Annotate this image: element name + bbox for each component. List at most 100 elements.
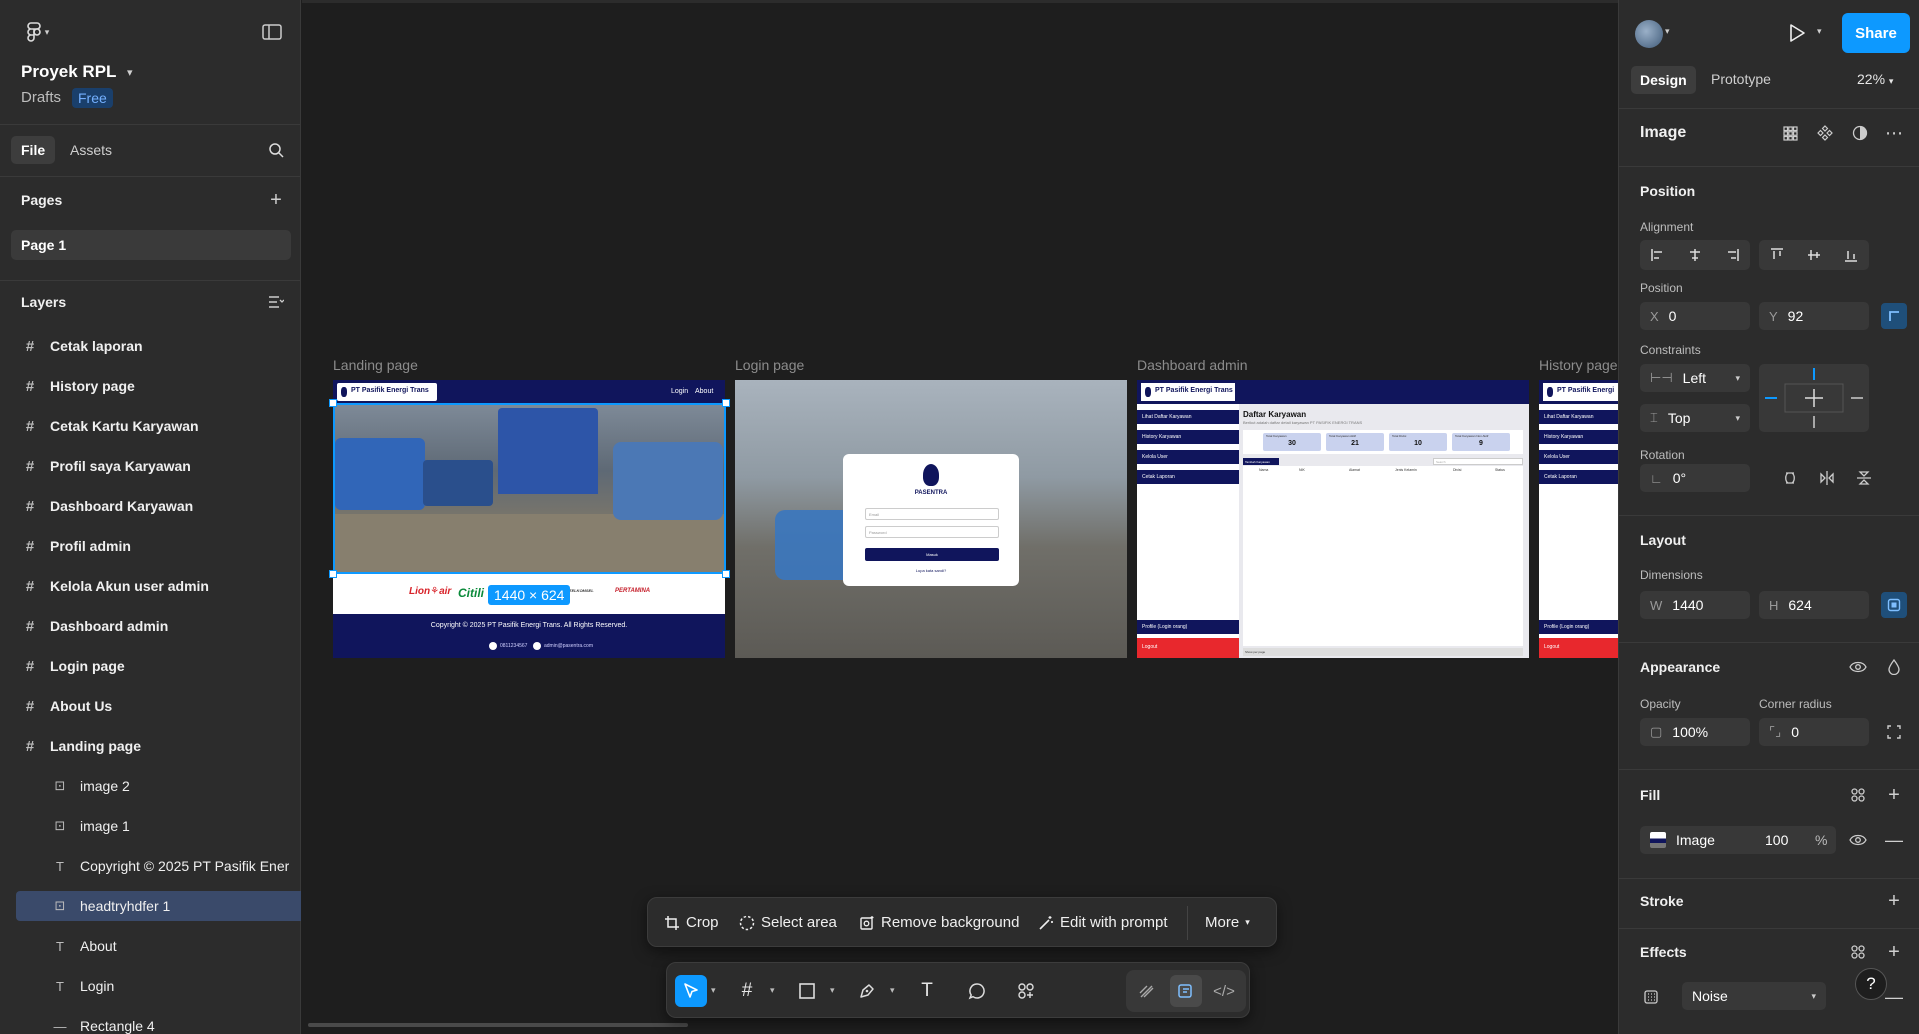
- tab-file[interactable]: File: [11, 136, 56, 164]
- search-icon[interactable]: [264, 138, 288, 162]
- help-button[interactable]: ?: [1855, 968, 1887, 1000]
- layer-row[interactable]: T Copyright © 2025 PT Pasifik Ener: [0, 851, 301, 881]
- layer-row-selected[interactable]: ⊡ headtryhdfer 1: [16, 891, 301, 921]
- selection-box[interactable]: [333, 403, 726, 574]
- frame-history-page[interactable]: PT Pasifik Energi Lihat Daftar Karyawan …: [1539, 380, 1618, 658]
- frame-dashboard-admin[interactable]: PT Pasifik Energi Trans Lihat Daftar Kar…: [1137, 380, 1529, 658]
- add-stroke-icon[interactable]: +: [1881, 888, 1907, 914]
- chevron-down-icon[interactable]: ▾: [890, 985, 895, 996]
- blend-drop-icon[interactable]: [1881, 654, 1907, 680]
- remove-background-button[interactable]: Remove background: [859, 914, 1019, 931]
- project-title[interactable]: Proyek RPL: [21, 62, 116, 82]
- layer-row[interactable]: # About Us: [0, 691, 301, 721]
- layer-row[interactable]: # Profil saya Karyawan: [0, 451, 301, 481]
- resize-handle[interactable]: [722, 570, 730, 578]
- layer-row[interactable]: T Login: [0, 971, 301, 1001]
- comment-tool-icon[interactable]: [961, 975, 993, 1007]
- layer-row[interactable]: # Landing page: [0, 731, 301, 761]
- vertical-constraint-select[interactable]: ⌶ Top ▾: [1640, 404, 1750, 432]
- add-effect-icon[interactable]: +: [1881, 939, 1907, 965]
- contrast-icon[interactable]: [1847, 120, 1873, 146]
- project-location[interactable]: Drafts: [21, 89, 61, 106]
- layer-row[interactable]: # Kelola Akun user admin: [0, 571, 301, 601]
- styles-icon[interactable]: [1845, 782, 1871, 808]
- figma-menu-icon[interactable]: ▾: [20, 20, 56, 44]
- layer-row[interactable]: T About: [0, 931, 301, 961]
- layer-row[interactable]: # Dashboard admin: [0, 611, 301, 641]
- constraint-widget[interactable]: [1759, 364, 1869, 432]
- zoom-level[interactable]: 22% ▾: [1857, 71, 1893, 87]
- horizontal-constraint-select[interactable]: ⊢⊣ Left ▾: [1640, 364, 1750, 392]
- frame-tool-icon[interactable]: #: [731, 975, 763, 1007]
- more-button[interactable]: More ▾: [1205, 914, 1250, 931]
- page-item[interactable]: Page 1: [11, 230, 291, 260]
- horizontal-scrollbar[interactable]: [308, 1023, 688, 1027]
- tab-assets[interactable]: Assets: [70, 142, 112, 158]
- more-options-icon[interactable]: ⋯: [1881, 120, 1907, 146]
- draw-mode-icon[interactable]: [1131, 975, 1163, 1007]
- height-field[interactable]: H 624: [1759, 591, 1869, 619]
- toggle-sidebar-icon[interactable]: [258, 20, 286, 44]
- share-button[interactable]: Share: [1842, 13, 1910, 53]
- actions-tool-icon[interactable]: [1010, 975, 1042, 1007]
- flip-vertical-icon[interactable]: [1851, 465, 1877, 491]
- frame-label-dashboard[interactable]: Dashboard admin: [1137, 357, 1248, 373]
- constrain-proportions-icon[interactable]: [1881, 592, 1907, 618]
- move-tool-icon[interactable]: [675, 975, 707, 1007]
- text-tool-icon[interactable]: T: [911, 975, 943, 1007]
- x-position-field[interactable]: X0: [1640, 302, 1750, 330]
- resize-handle[interactable]: [329, 399, 337, 407]
- layer-row[interactable]: # Profil admin: [0, 531, 301, 561]
- align-middle-icon[interactable]: [1796, 240, 1832, 270]
- collapse-layers-icon[interactable]: [264, 290, 288, 314]
- corner-radius-field[interactable]: ⌜⌟ 0: [1759, 718, 1869, 746]
- chevron-down-icon[interactable]: ▾: [127, 66, 133, 79]
- effect-type-select[interactable]: Noise ▾: [1682, 982, 1826, 1010]
- rectangle-tool-icon[interactable]: [791, 975, 823, 1007]
- align-left-icon[interactable]: [1640, 240, 1676, 270]
- layer-row[interactable]: # Dashboard Karyawan: [0, 491, 301, 521]
- dev-mode-icon[interactable]: </>: [1208, 975, 1240, 1007]
- remove-fill-icon[interactable]: —: [1881, 827, 1907, 853]
- chevron-down-icon[interactable]: ▾: [711, 985, 716, 996]
- tab-design[interactable]: Design: [1631, 66, 1696, 94]
- y-position-field[interactable]: Y 92: [1759, 302, 1869, 330]
- eye-icon[interactable]: [1845, 654, 1871, 680]
- effect-settings-icon[interactable]: [1638, 984, 1664, 1010]
- resize-handle[interactable]: [329, 570, 337, 578]
- chevron-down-icon[interactable]: ▾: [1817, 26, 1822, 37]
- opacity-field[interactable]: ▢ 100%: [1640, 718, 1750, 746]
- eye-icon[interactable]: [1845, 827, 1871, 853]
- rotate-icon[interactable]: [1777, 465, 1803, 491]
- align-bottom-icon[interactable]: [1833, 240, 1869, 270]
- pen-tool-icon[interactable]: [851, 975, 883, 1007]
- chevron-down-icon[interactable]: ▾: [770, 985, 775, 996]
- rotation-field[interactable]: ∟ 0°: [1640, 464, 1750, 492]
- align-center-horizontal-icon[interactable]: [1677, 240, 1713, 270]
- frame-label-login[interactable]: Login page: [735, 357, 804, 373]
- align-top-icon[interactable]: [1759, 240, 1795, 270]
- crop-button[interactable]: Crop: [664, 914, 719, 931]
- align-right-icon[interactable]: [1714, 240, 1750, 270]
- absolute-position-icon[interactable]: [1881, 303, 1907, 329]
- canvas[interactable]: Landing page PT Pasifik Energi Trans Log…: [302, 0, 1618, 1034]
- avatar[interactable]: [1635, 20, 1663, 48]
- resize-handle[interactable]: [722, 399, 730, 407]
- independent-corners-icon[interactable]: [1881, 719, 1907, 745]
- layer-row[interactable]: # Login page: [0, 651, 301, 681]
- tab-prototype[interactable]: Prototype: [1711, 71, 1771, 87]
- layer-row[interactable]: # Cetak laporan: [0, 331, 301, 361]
- styles-icon[interactable]: [1845, 939, 1871, 965]
- layer-row[interactable]: ⊡ image 1: [0, 811, 301, 841]
- layer-row[interactable]: ⊡ image 2: [0, 771, 301, 801]
- design-mode-icon[interactable]: [1170, 975, 1202, 1007]
- frame-login-page[interactable]: PASENTRA Email Password Masuk Lupa kata …: [735, 380, 1127, 658]
- fill-row[interactable]: Image 100 %: [1640, 826, 1836, 854]
- frame-label-history[interactable]: History page: [1539, 357, 1618, 373]
- layer-row[interactable]: # History page: [0, 371, 301, 401]
- edit-with-prompt-button[interactable]: Edit with prompt: [1038, 914, 1168, 931]
- width-field[interactable]: W 1440: [1640, 591, 1750, 619]
- add-page-icon[interactable]: +: [264, 188, 288, 212]
- add-fill-icon[interactable]: +: [1881, 782, 1907, 808]
- select-area-button[interactable]: Select area: [739, 914, 837, 931]
